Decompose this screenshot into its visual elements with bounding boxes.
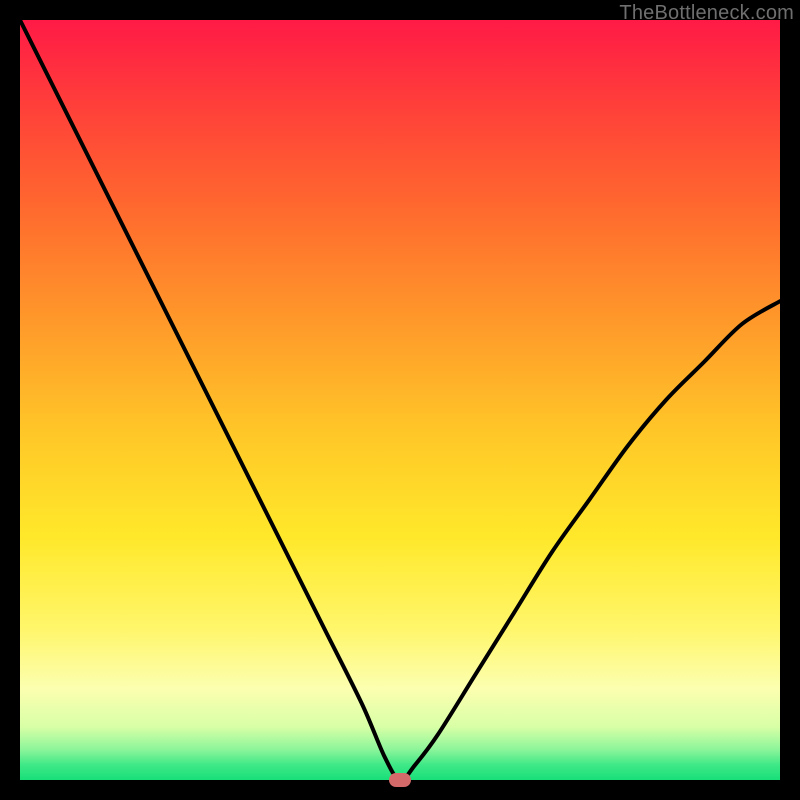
min-marker (389, 773, 411, 787)
curve-path (20, 20, 780, 780)
bottleneck-curve (20, 20, 780, 780)
chart-frame: TheBottleneck.com (0, 0, 800, 800)
plot-area (20, 20, 780, 780)
watermark-text: TheBottleneck.com (619, 2, 794, 25)
